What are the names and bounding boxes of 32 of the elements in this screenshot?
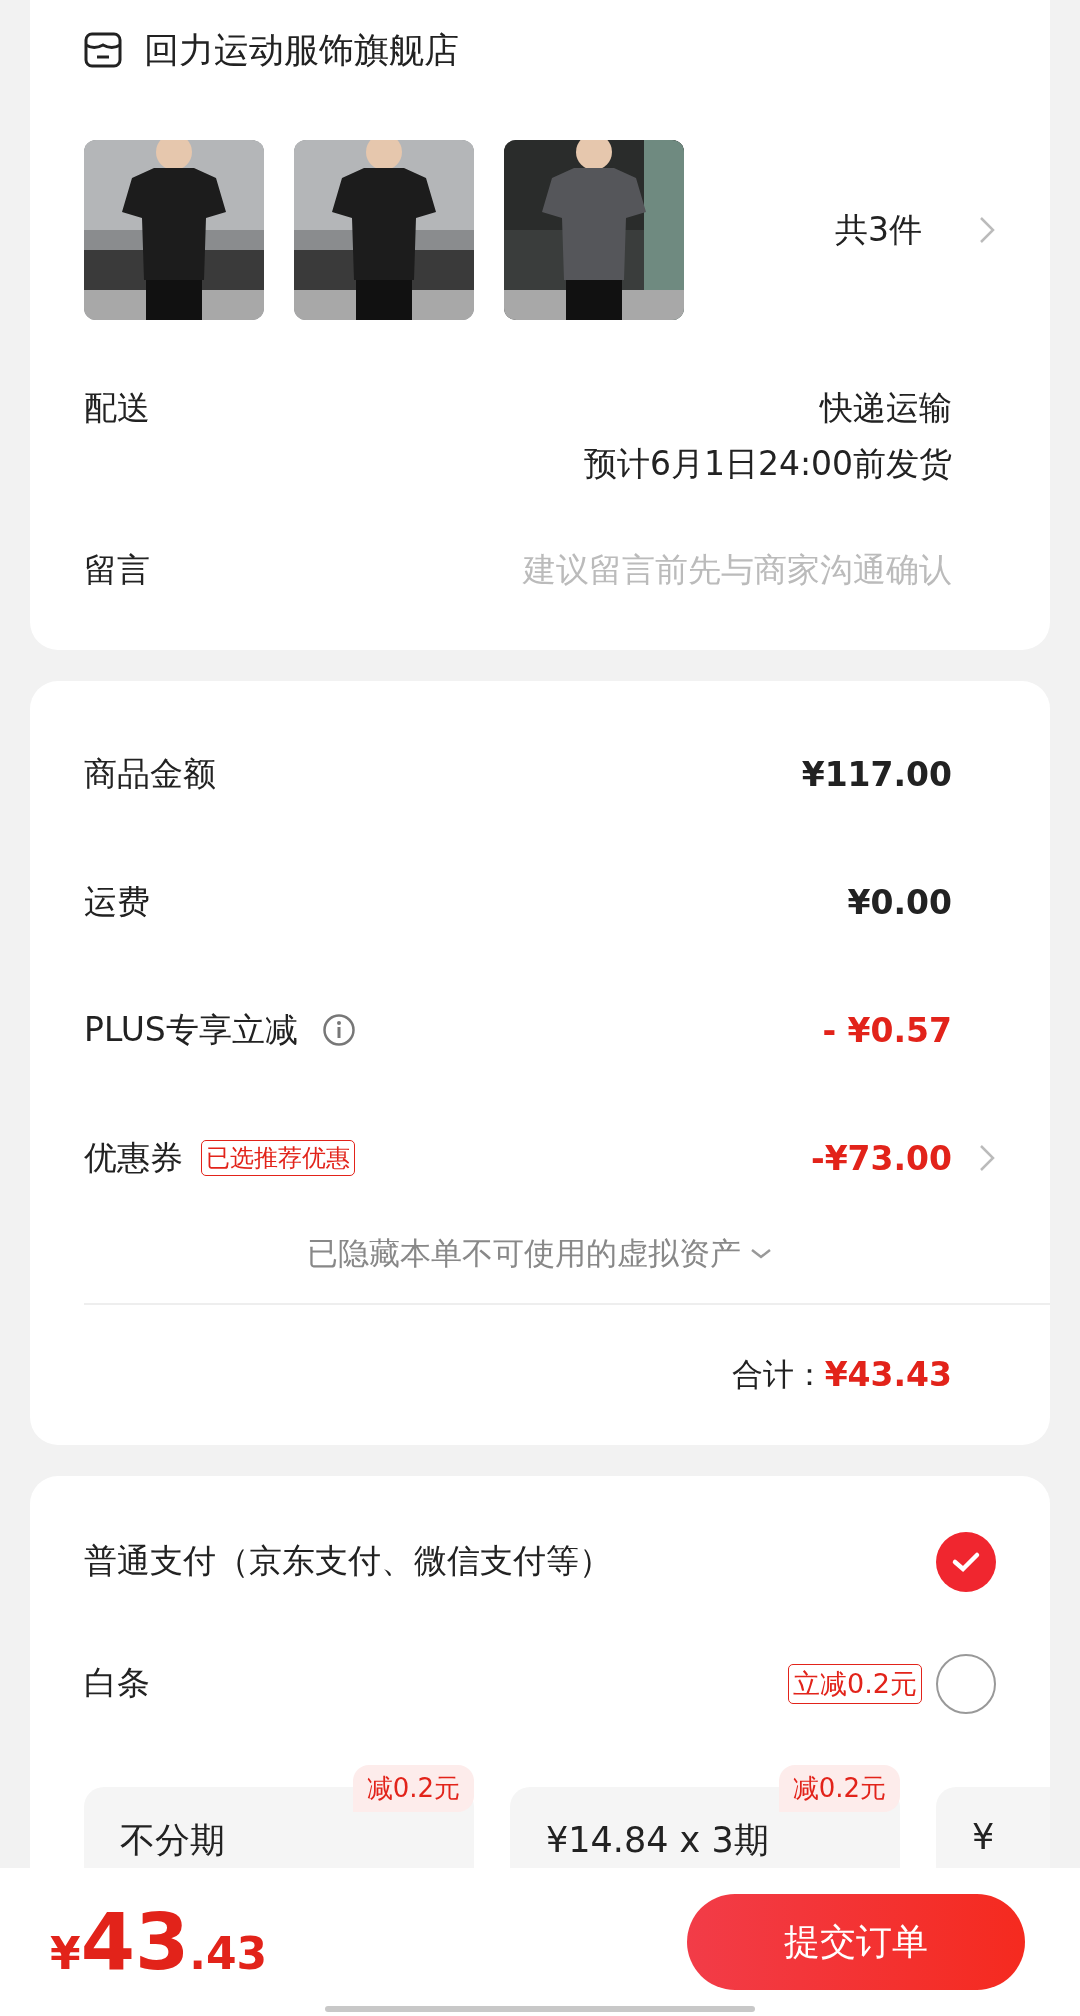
delivery-estimate: 预计6月1日24:00前发货 — [583, 443, 952, 485]
item-count[interactable]: 共3件 — [835, 207, 922, 253]
discount-tag: 立减0.2元 — [788, 1663, 922, 1704]
total-price: ¥43.43 — [50, 1897, 268, 1987]
hidden-assets-toggle[interactable]: 已隐藏本单不可使用的虚拟资产 — [307, 1233, 741, 1275]
total-value: ¥43.43 — [824, 1355, 952, 1394]
summary-label: PLUS专享立减 — [84, 1008, 298, 1051]
summary-value: ¥0.00 — [847, 882, 952, 922]
payment-method[interactable]: 白条 — [84, 1661, 150, 1706]
summary-label: 运费 — [84, 880, 150, 923]
discount-badge: 减0.2元 — [352, 1764, 474, 1812]
message-label: 留言 — [84, 548, 150, 591]
chevron-right-icon — [978, 1143, 996, 1173]
summary-value: ¥117.00 — [801, 754, 952, 794]
summary-label: 商品金额 — [84, 752, 216, 795]
summary-label: 优惠券 — [84, 1136, 183, 1179]
installment-option[interactable]: ¥ — [936, 1786, 1050, 1868]
chevron-down-icon — [749, 1247, 773, 1261]
summary-value[interactable]: -¥73.00 — [810, 1138, 952, 1178]
delivery-label: 配送 — [84, 387, 150, 429]
info-icon[interactable] — [321, 1013, 356, 1047]
summary-value: - ¥0.57 — [822, 1010, 952, 1050]
submit-order-button[interactable]: 提交订单 — [687, 1894, 1025, 1990]
payment-method[interactable]: 普通支付（京东支付、微信支付等） — [84, 1539, 612, 1584]
store-name[interactable]: 回力运动服饰旗舰店 — [144, 26, 459, 74]
check-icon — [951, 1550, 981, 1573]
chevron-right-icon — [978, 215, 996, 245]
discount-badge: 减0.2元 — [778, 1764, 900, 1812]
store-icon — [84, 32, 122, 68]
coupon-tag: 已选推荐优惠 — [201, 1140, 355, 1176]
delivery-method: 快递运输 — [820, 387, 952, 429]
total-label: 合计： — [731, 1354, 825, 1394]
